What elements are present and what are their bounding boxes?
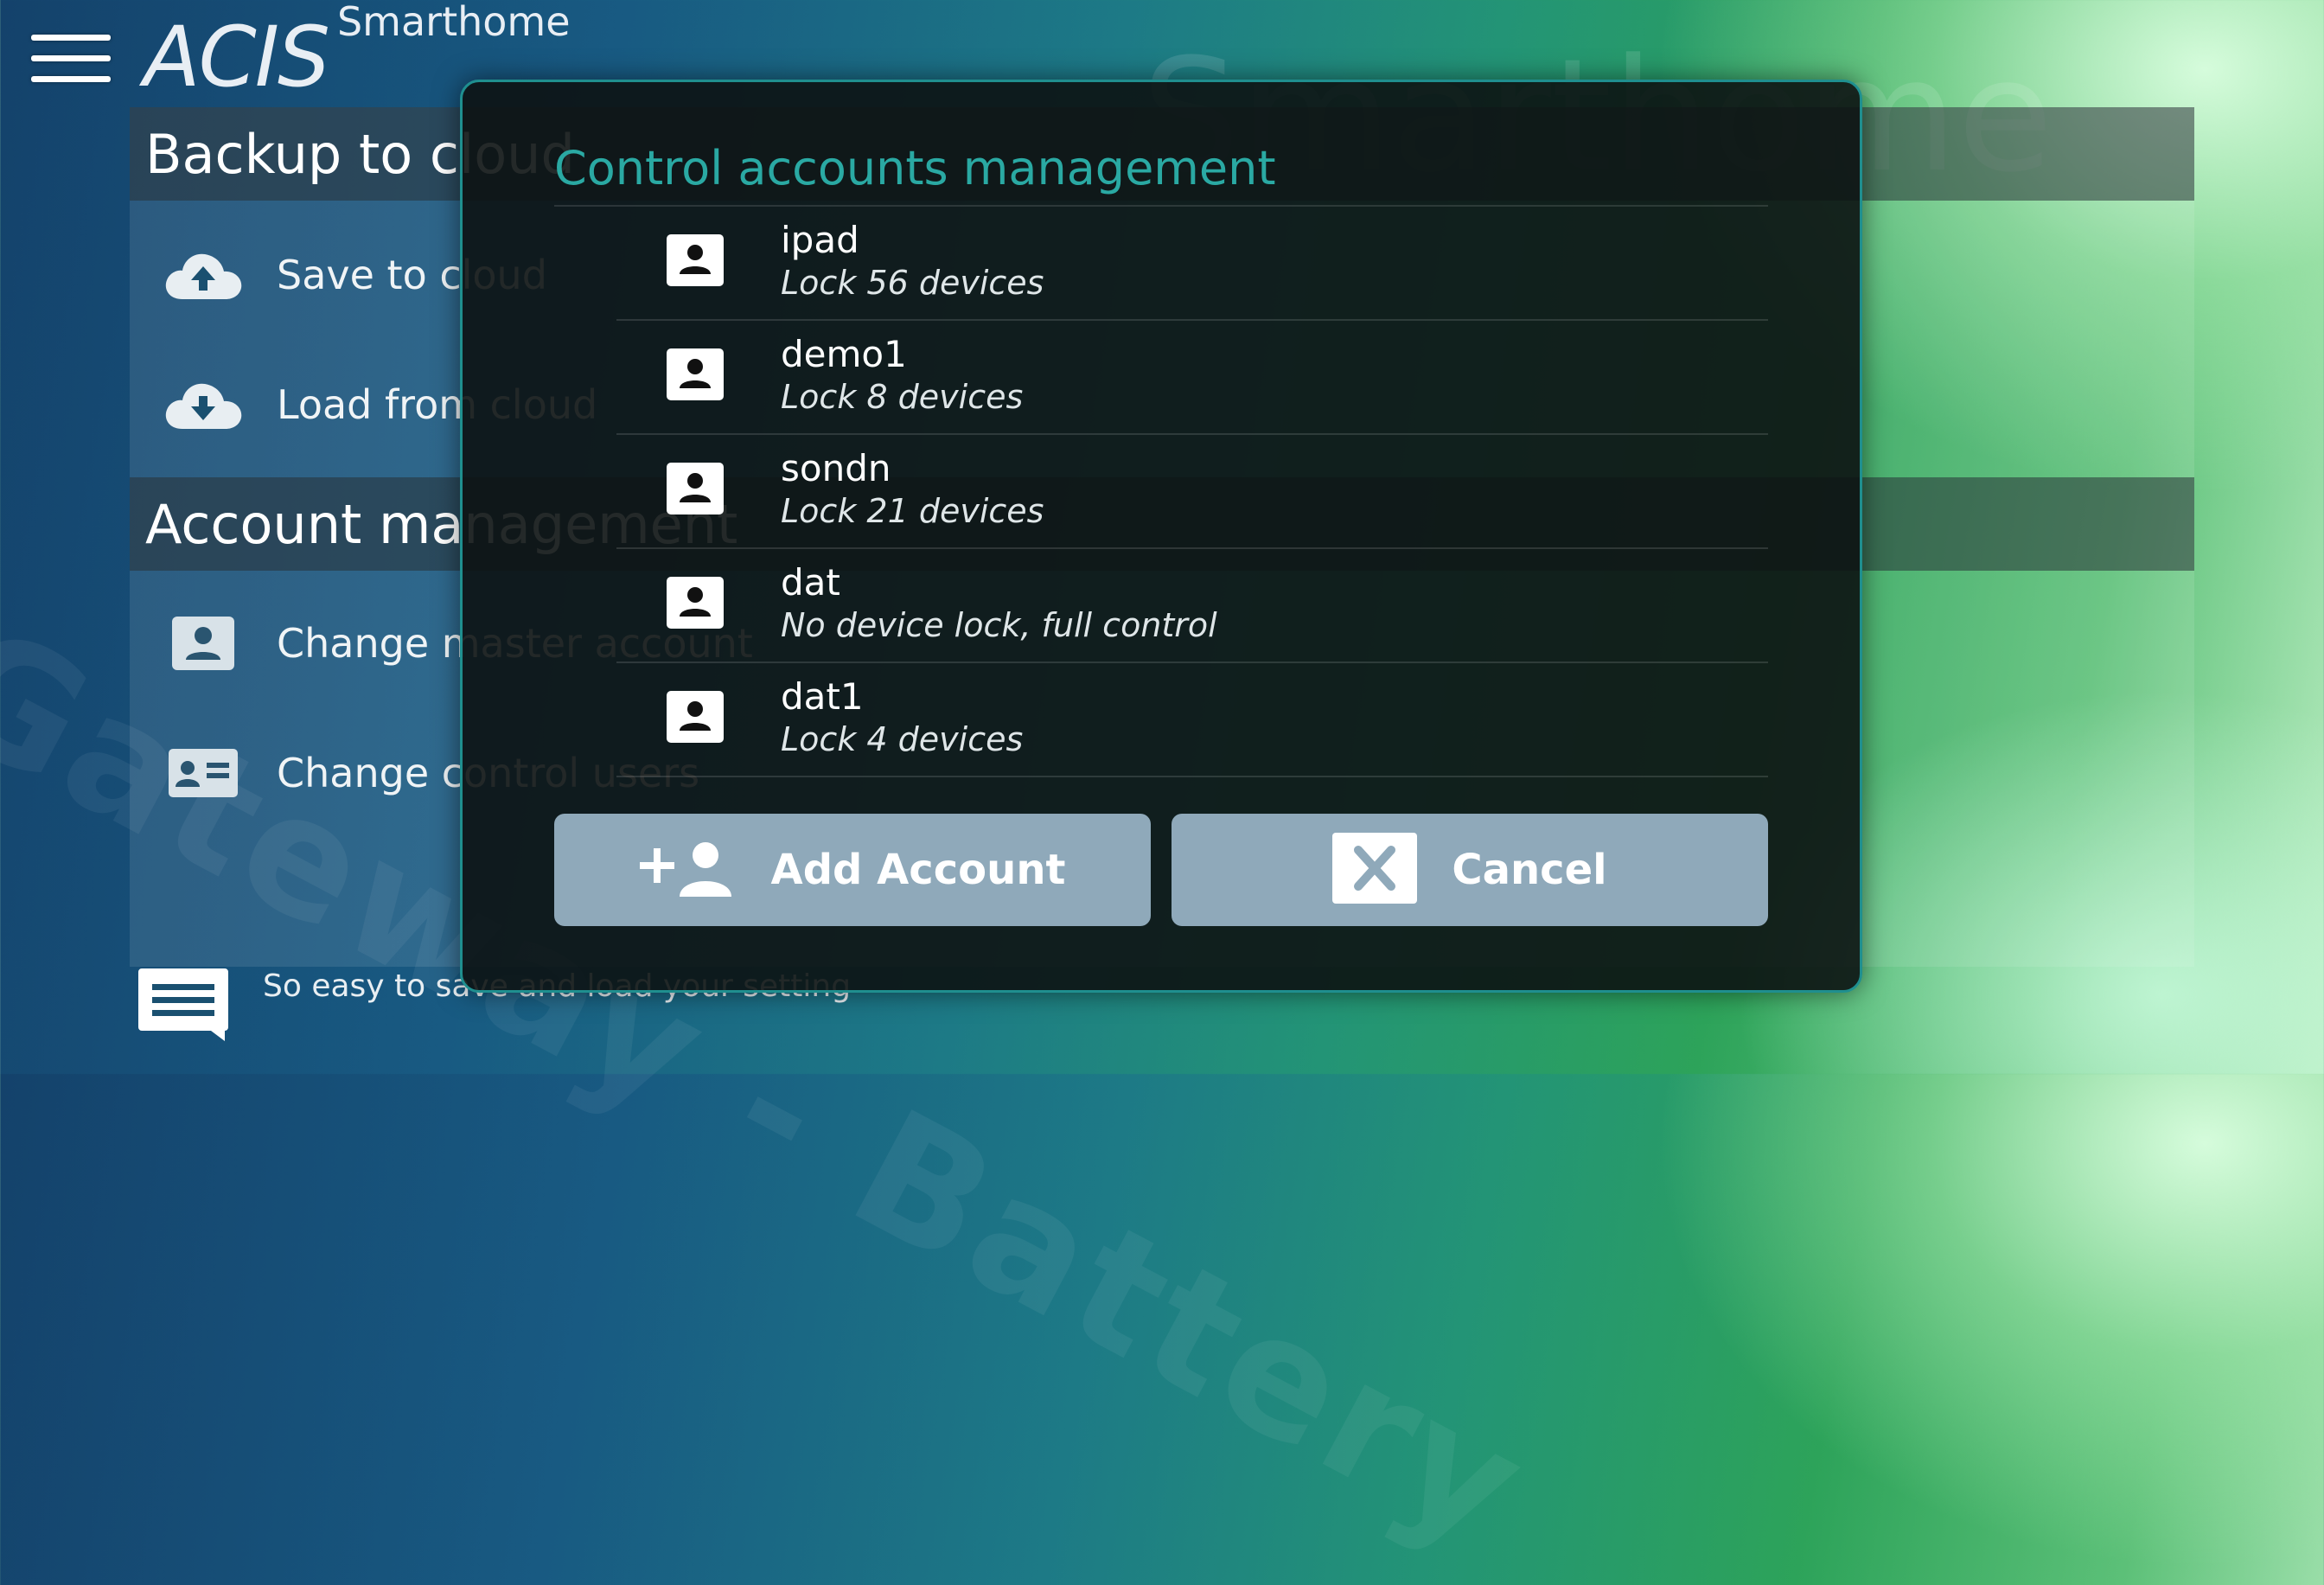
account-item[interactable]: ipad Lock 56 devices: [616, 207, 1768, 321]
account-description: Lock 8 devices: [781, 378, 1024, 416]
dialog-title: Control accounts management: [554, 141, 1276, 195]
account-icon: [667, 348, 724, 404]
message-icon: [138, 968, 228, 1045]
account-description: No device lock, full control: [781, 606, 1217, 644]
cancel-label: Cancel: [1452, 846, 1607, 894]
hamburger-menu-icon[interactable]: [31, 35, 111, 86]
app-brand: ACIS: [144, 9, 330, 105]
account-item[interactable]: sondn Lock 21 devices: [616, 435, 1768, 549]
account-name: ipad: [781, 219, 859, 261]
account-name: dat1: [781, 675, 864, 718]
account-item[interactable]: demo1 Lock 8 devices: [616, 321, 1768, 435]
add-account-button[interactable]: Add Account: [554, 814, 1151, 926]
close-icon: [1332, 833, 1418, 907]
account-icon: [667, 691, 724, 746]
account-name: dat: [781, 561, 840, 604]
account-icon: [667, 577, 724, 632]
cloud-upload-icon: [156, 247, 251, 303]
account-description: Lock 56 devices: [781, 264, 1044, 302]
add-person-icon: [639, 840, 737, 900]
account-item[interactable]: dat1 Lock 4 devices: [616, 663, 1768, 777]
app-subtitle: Smarthome: [336, 0, 571, 45]
cancel-button[interactable]: Cancel: [1172, 814, 1768, 926]
account-description: Lock 21 devices: [781, 492, 1044, 530]
account-item[interactable]: dat No device lock, full control: [616, 549, 1768, 663]
account-name: demo1: [781, 333, 907, 375]
add-account-label: Add Account: [770, 846, 1066, 894]
accounts-list: ipad Lock 56 devices demo1 Lock 8 device…: [616, 207, 1768, 777]
account-box-icon: [156, 617, 251, 670]
account-icon: [667, 234, 724, 290]
id-card-icon: [156, 749, 251, 797]
account-name: sondn: [781, 447, 891, 489]
cloud-download-icon: [156, 377, 251, 432]
control-accounts-dialog: Control accounts management ipad Lock 56…: [460, 80, 1862, 993]
account-icon: [667, 463, 724, 518]
account-description: Lock 4 devices: [781, 720, 1024, 758]
